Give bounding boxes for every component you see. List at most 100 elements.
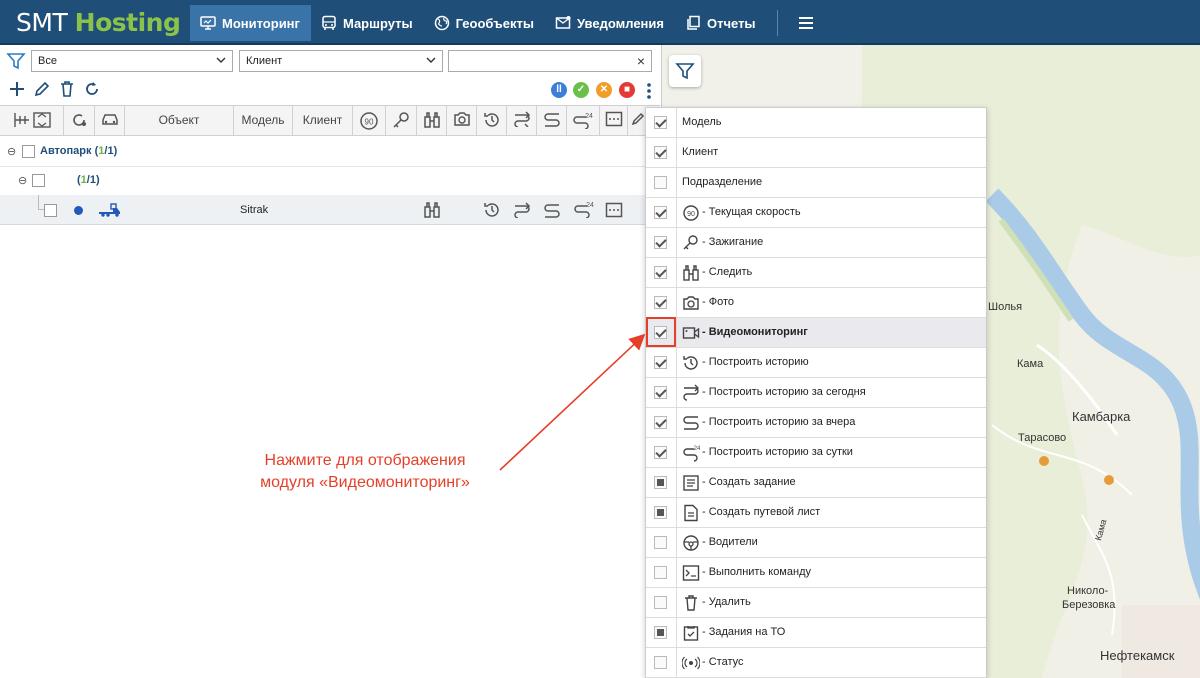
column-option-checkbox[interactable] (654, 236, 667, 249)
history-today-column-header[interactable] (507, 106, 537, 135)
column-option-checkbox[interactable] (654, 626, 667, 639)
collapse-icon[interactable]: ⊖ (18, 174, 27, 187)
row-checkbox[interactable] (44, 204, 57, 217)
more-vertical-icon[interactable] (646, 82, 652, 100)
map-filter-button[interactable] (669, 55, 701, 87)
column-option-15[interactable]: - Выполнить команду (646, 558, 986, 588)
column-option-checkbox-cell[interactable] (646, 198, 677, 227)
column-option-checkbox-cell[interactable] (646, 378, 677, 407)
column-option-8[interactable]: - Построить историю (646, 348, 986, 378)
client-select[interactable]: Клиент (239, 50, 443, 72)
column-option-checkbox[interactable] (654, 116, 667, 129)
follow-column-header[interactable] (417, 106, 447, 135)
column-option-17[interactable]: - Задания на ТО (646, 618, 986, 648)
column-option-checkbox-cell[interactable] (646, 228, 677, 257)
nav-monitoring[interactable]: Мониторинг (190, 5, 311, 41)
column-option-13[interactable]: - Создать путевой лист (646, 498, 986, 528)
group-row-autopark[interactable]: ⊖ Автопарк (1/1) (0, 137, 660, 167)
column-option-checkbox-cell[interactable] (646, 558, 677, 587)
column-option-3[interactable]: 90 - Текущая скорость (646, 198, 986, 228)
menu-button[interactable] (788, 5, 824, 41)
vehicle-column-header[interactable] (95, 106, 125, 135)
collapse-icon[interactable]: ⊖ (7, 145, 16, 158)
column-option-checkbox-cell[interactable] (646, 528, 677, 557)
column-option-checkbox[interactable] (654, 596, 667, 609)
column-option-checkbox[interactable] (654, 416, 667, 429)
column-option-checkbox-cell[interactable] (646, 498, 677, 527)
lock-status-icon[interactable]: ■ (619, 82, 635, 98)
photo-column-header[interactable] (447, 106, 477, 135)
ok-status-icon[interactable]: ✓ (573, 82, 589, 98)
column-option-6[interactable]: - Фото (646, 288, 986, 318)
column-option-checkbox-cell[interactable] (646, 168, 677, 197)
column-option-checkbox[interactable] (654, 536, 667, 549)
column-option-11[interactable]: 24- Построить историю за сутки (646, 438, 986, 468)
route-24h-icon[interactable]: 24 (573, 200, 595, 218)
route-today-icon[interactable] (513, 202, 531, 218)
column-option-checkbox[interactable] (654, 146, 667, 159)
status-column-header[interactable] (64, 106, 95, 135)
refresh-icon[interactable] (83, 80, 101, 98)
column-option-1[interactable]: Клиент (646, 138, 986, 168)
group-checkbox[interactable] (22, 145, 35, 158)
column-option-checkbox-cell[interactable] (646, 588, 677, 617)
column-option-18[interactable]: - Статус (646, 648, 986, 678)
column-option-checkbox-cell[interactable] (646, 468, 677, 497)
history-column-header[interactable] (477, 106, 507, 135)
column-option-checkbox[interactable] (654, 386, 667, 399)
history-24h-column-header[interactable]: 24 (567, 106, 600, 135)
column-option-checkbox-cell[interactable] (646, 618, 677, 647)
filter-icon[interactable] (6, 51, 26, 71)
column-option-checkbox[interactable] (654, 296, 667, 309)
expand-collapse-header[interactable] (0, 106, 64, 135)
nav-routes[interactable]: Маршруты (311, 5, 424, 41)
command-column-header[interactable] (600, 106, 628, 135)
search-input[interactable]: × (448, 50, 652, 72)
nav-notifications[interactable]: Уведомления (545, 5, 675, 41)
ignition-column-header[interactable] (386, 106, 417, 135)
column-option-5[interactable]: - Следить (646, 258, 986, 288)
route-yesterday-icon[interactable] (543, 202, 561, 218)
column-option-checkbox[interactable] (654, 566, 667, 579)
column-option-checkbox[interactable] (654, 476, 667, 489)
clear-search-button[interactable]: × (637, 51, 645, 71)
logo[interactable]: SMT Hosting (0, 0, 190, 45)
column-option-checkbox-cell[interactable] (646, 108, 677, 137)
column-option-checkbox-cell[interactable] (646, 288, 677, 317)
column-option-16[interactable]: - Удалить (646, 588, 986, 618)
pause-status-icon[interactable]: ll (551, 82, 567, 98)
speed-column-header[interactable]: 90 (353, 106, 386, 135)
trash-icon[interactable] (58, 80, 76, 98)
edit-icon[interactable] (33, 80, 51, 98)
add-icon[interactable] (8, 80, 26, 98)
column-option-10[interactable]: - Построить историю за вчера (646, 408, 986, 438)
column-option-checkbox[interactable] (654, 446, 667, 459)
group-select[interactable]: Все (31, 50, 233, 72)
column-option-checkbox[interactable] (654, 176, 667, 189)
column-option-checkbox[interactable] (654, 206, 667, 219)
table-row[interactable]: Sitrak 24 (0, 195, 660, 225)
column-option-checkbox-cell[interactable] (646, 438, 677, 467)
column-option-9[interactable]: - Построить историю за сегодня (646, 378, 986, 408)
client-column-header[interactable]: Клиент (293, 106, 353, 135)
model-column-header[interactable]: Модель (234, 106, 293, 135)
tools-status-icon[interactable]: ✕ (596, 82, 612, 98)
follow-icon[interactable] (423, 201, 441, 219)
column-option-4[interactable]: - Зажигание (646, 228, 986, 258)
column-option-checkbox-cell[interactable] (646, 258, 677, 287)
column-option-0[interactable]: Модель (646, 108, 986, 138)
nav-geoobjects[interactable]: Геообъекты (424, 5, 545, 41)
column-option-checkbox[interactable] (654, 656, 667, 669)
history-yesterday-column-header[interactable] (537, 106, 567, 135)
subgroup-checkbox[interactable] (32, 174, 45, 187)
column-option-checkbox-cell[interactable] (646, 648, 677, 677)
column-option-checkbox-cell[interactable] (646, 408, 677, 437)
group-row-sub[interactable]: ⊖ (1/1) (0, 166, 660, 196)
history-icon[interactable] (483, 201, 501, 219)
column-option-12[interactable]: - Создать задание (646, 468, 986, 498)
column-option-14[interactable]: - Водители (646, 528, 986, 558)
nav-reports[interactable]: Отчеты (675, 5, 767, 41)
column-option-checkbox[interactable] (654, 266, 667, 279)
command-icon[interactable] (605, 202, 623, 218)
column-option-checkbox[interactable] (654, 506, 667, 519)
